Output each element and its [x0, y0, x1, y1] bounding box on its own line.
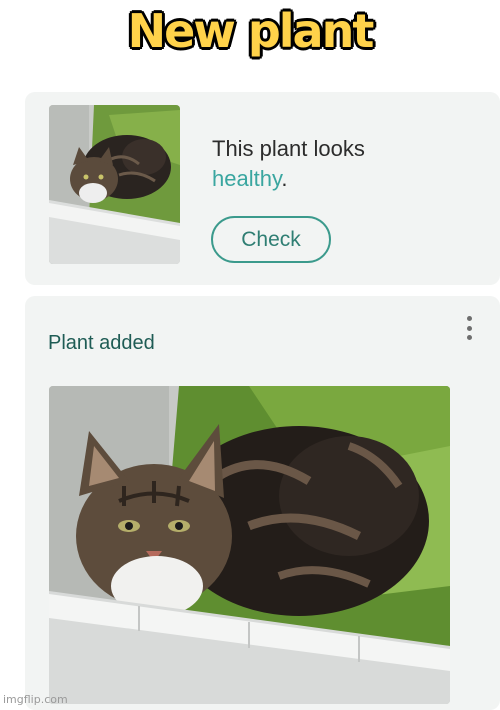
watermark: imgflip.com: [3, 693, 68, 706]
health-status-prefix: This plant looks: [212, 136, 365, 161]
meme-caption: New plant: [127, 4, 375, 58]
health-status: This plant looks healthy.: [212, 134, 482, 194]
plant-added-title: Plant added: [48, 332, 155, 354]
plant-added-card: Plant added: [25, 296, 500, 710]
cat-in-planter-image: [49, 105, 180, 264]
check-button[interactable]: Check: [211, 216, 331, 263]
health-status-value: healthy: [212, 166, 282, 191]
diagnosis-card: This plant looks healthy. Check: [25, 92, 500, 285]
plant-thumbnail[interactable]: [49, 105, 180, 264]
kebab-menu-icon[interactable]: [462, 314, 476, 342]
health-status-suffix: .: [281, 166, 288, 191]
cat-in-planter-image: [49, 386, 450, 704]
plant-photo[interactable]: [49, 386, 450, 704]
